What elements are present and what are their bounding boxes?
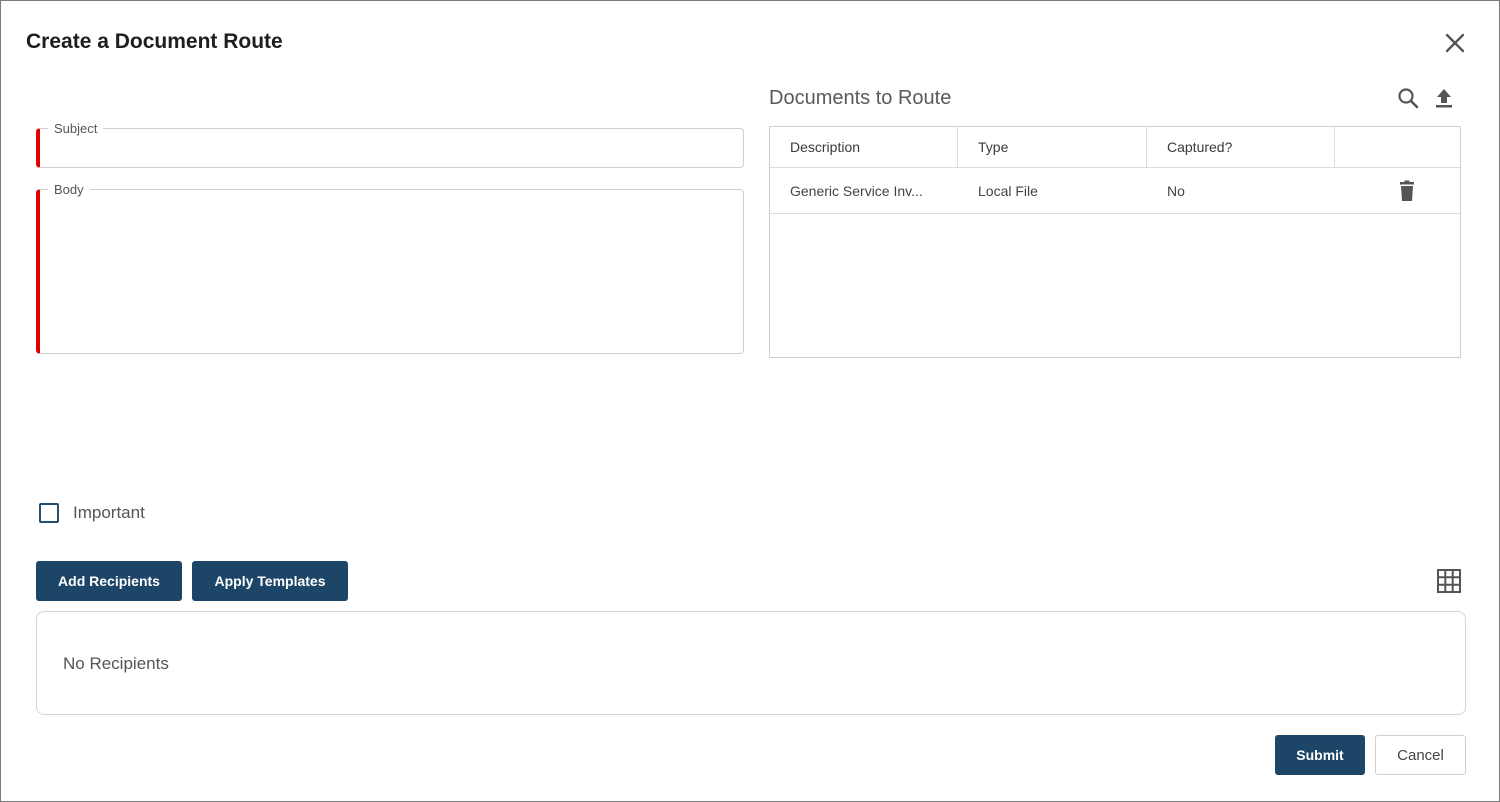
subject-label: Subject	[48, 121, 104, 136]
body-textarea[interactable]	[40, 190, 743, 353]
documents-table: Description Type Captured? Generic Servi…	[769, 126, 1461, 358]
search-icon	[1398, 88, 1419, 109]
delete-document-button[interactable]	[1395, 179, 1419, 203]
important-checkbox-row[interactable]: Important	[39, 503, 145, 523]
documents-toolbar	[1396, 86, 1456, 110]
grid-icon	[1437, 569, 1461, 593]
column-header-description[interactable]: Description	[770, 127, 958, 167]
column-header-actions	[1335, 127, 1460, 167]
no-recipients-text: No Recipients	[63, 654, 169, 673]
recipients-list: No Recipients	[36, 611, 1466, 715]
important-label: Important	[73, 503, 145, 522]
column-header-type[interactable]: Type	[958, 127, 1147, 167]
body-label: Body	[48, 182, 90, 197]
body-field: Body	[36, 182, 744, 354]
search-button[interactable]	[1396, 86, 1420, 110]
documents-table-header: Description Type Captured?	[770, 127, 1460, 168]
column-header-captured[interactable]: Captured?	[1147, 127, 1335, 167]
table-row[interactable]: Generic Service Inv... Local File No	[770, 168, 1460, 214]
cancel-button[interactable]: Cancel	[1375, 735, 1466, 775]
subject-field: Subject	[36, 121, 744, 168]
add-recipients-button[interactable]: Add Recipients	[36, 561, 182, 601]
trash-icon	[1400, 180, 1414, 201]
dialog-title: Create a Document Route	[26, 30, 283, 53]
upload-button[interactable]	[1432, 86, 1456, 110]
grid-view-button[interactable]	[1435, 567, 1463, 595]
submit-button[interactable]: Submit	[1275, 735, 1365, 775]
documents-title: Documents to Route	[769, 87, 952, 109]
cell-actions	[1335, 168, 1460, 213]
close-button[interactable]	[1442, 30, 1468, 56]
cell-captured: No	[1167, 182, 1185, 199]
subject-input[interactable]	[40, 129, 743, 167]
description-text: Generic Service Inv...	[790, 182, 923, 199]
apply-templates-button[interactable]: Apply Templates	[192, 561, 348, 601]
upload-icon	[1436, 89, 1452, 108]
create-document-route-dialog: Create a Document Route Subject Body Doc…	[0, 0, 1500, 802]
close-icon	[1445, 33, 1465, 53]
cell-description: Generic Service Inv...	[770, 168, 958, 213]
important-checkbox[interactable]	[39, 503, 59, 523]
cell-type: Local File	[978, 182, 1038, 199]
